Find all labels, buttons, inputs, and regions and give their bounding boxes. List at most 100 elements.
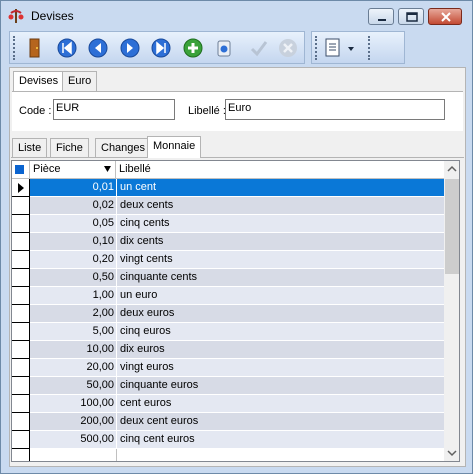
row-marker[interactable]	[12, 197, 30, 215]
cell-libelle[interactable]: cinquante cents	[116, 269, 444, 287]
table-row[interactable]: 0,20 vingt cents	[12, 251, 444, 269]
last-record-icon[interactable]	[150, 37, 172, 59]
scroll-thumb[interactable]	[445, 179, 459, 274]
row-marker[interactable]	[12, 251, 30, 269]
cell-libelle[interactable]: deux cents	[116, 197, 444, 215]
cell-libelle[interactable]: un cent	[116, 179, 444, 197]
row-marker[interactable]	[12, 287, 30, 305]
close-icon	[441, 12, 451, 22]
delete-record-icon[interactable]	[213, 37, 235, 59]
table-row[interactable]: 100,00 cent euros	[12, 395, 444, 413]
tab-fiche[interactable]: Fiche	[50, 138, 89, 158]
previous-record-icon[interactable]	[87, 37, 109, 59]
validate-icon[interactable]	[248, 37, 270, 59]
navigation-toolbar	[9, 31, 305, 64]
code-label: Code :	[19, 105, 52, 117]
cell-piece[interactable]: 0,20	[30, 251, 116, 269]
cell-libelle[interactable]: un euro	[116, 287, 444, 305]
cell-libelle[interactable]: dix cents	[116, 233, 444, 251]
cell-libelle[interactable]: deux euros	[116, 305, 444, 323]
cell-piece[interactable]: 0,50	[30, 269, 116, 287]
tab-devises[interactable]: Devises	[13, 71, 65, 92]
table-row[interactable]: 0,50 cinquante cents	[12, 269, 444, 287]
code-field[interactable]: EUR	[53, 99, 175, 120]
row-marker[interactable]	[12, 323, 30, 341]
select-all-cell[interactable]	[12, 161, 30, 178]
title-bar[interactable]: Devises	[1, 1, 472, 29]
row-marker[interactable]	[12, 233, 30, 251]
row-marker[interactable]	[12, 413, 30, 431]
table-row[interactable]: 5,00 cinq euros	[12, 323, 444, 341]
cell-piece[interactable]: 0,10	[30, 233, 116, 251]
window-title: Devises	[31, 9, 74, 23]
cell-piece[interactable]: 1,00	[30, 287, 116, 305]
cell-libelle[interactable]: cinquante euros	[116, 377, 444, 395]
cell-piece[interactable]: 10,00	[30, 341, 116, 359]
cell-piece[interactable]: 0,01	[30, 179, 116, 197]
tab-changes[interactable]: Changes	[95, 138, 152, 158]
cell-libelle[interactable]: cinq cent euros	[116, 431, 444, 449]
table-row[interactable]: 0,02 deux cents	[12, 197, 444, 215]
cell-libelle[interactable]: cinq cents	[116, 215, 444, 233]
row-marker[interactable]	[12, 269, 30, 287]
table-row[interactable]: 0,10 dix cents	[12, 233, 444, 251]
grid-header: Pièce Libellé	[12, 161, 444, 179]
table-row[interactable]: 20,00 vingt euros	[12, 359, 444, 377]
cell-piece[interactable]: 0,02	[30, 197, 116, 215]
cell-piece[interactable]: 2,00	[30, 305, 116, 323]
row-marker[interactable]	[12, 305, 30, 323]
toolbar-grip[interactable]	[368, 36, 372, 60]
cell-libelle[interactable]: dix euros	[116, 341, 444, 359]
tab-monnaie[interactable]: Monnaie	[147, 136, 202, 158]
row-marker[interactable]	[12, 377, 30, 395]
row-marker[interactable]	[12, 341, 30, 359]
scroll-up-icon[interactable]	[444, 161, 460, 178]
minimize-button[interactable]	[368, 8, 394, 25]
scroll-down-icon[interactable]	[444, 444, 460, 461]
tab-liste[interactable]: Liste	[12, 138, 48, 158]
cell-libelle[interactable]: deux cent euros	[116, 413, 444, 431]
cell-libelle[interactable]: vingt euros	[116, 359, 444, 377]
toolbar-grip[interactable]	[315, 36, 319, 60]
app-icon	[8, 9, 24, 23]
cancel-icon[interactable]	[277, 37, 299, 59]
cell-piece[interactable]: 100,00	[30, 395, 116, 413]
cell-piece[interactable]: 5,00	[30, 323, 116, 341]
table-row[interactable]: 200,00 deux cent euros	[12, 413, 444, 431]
row-marker[interactable]	[12, 431, 30, 449]
cell-piece[interactable]: 20,00	[30, 359, 116, 377]
maximize-button[interactable]	[398, 8, 424, 25]
row-marker[interactable]	[12, 215, 30, 233]
table-row[interactable]: 10,00 dix euros	[12, 341, 444, 359]
table-row[interactable]: 2,00 deux euros	[12, 305, 444, 323]
cell-piece[interactable]: 50,00	[30, 377, 116, 395]
close-button[interactable]	[428, 8, 462, 25]
cell-libelle[interactable]: cent euros	[116, 395, 444, 413]
column-header-piece[interactable]: Pièce	[30, 161, 116, 178]
sort-desc-icon	[104, 166, 111, 172]
tab-euro[interactable]: Euro	[62, 71, 98, 91]
table-row[interactable]: 0,05 cinq cents	[12, 215, 444, 233]
next-record-icon[interactable]	[119, 37, 141, 59]
row-marker[interactable]	[12, 179, 30, 197]
toolbar-grip[interactable]	[13, 36, 17, 60]
empty-row	[12, 449, 444, 461]
add-record-icon[interactable]	[182, 37, 204, 59]
cell-piece[interactable]: 500,00	[30, 431, 116, 449]
cell-piece[interactable]: 0,05	[30, 215, 116, 233]
report-menu-icon[interactable]	[324, 37, 358, 59]
cell-piece[interactable]: 200,00	[30, 413, 116, 431]
table-row[interactable]: 1,00 un euro	[12, 287, 444, 305]
cell-libelle[interactable]: vingt cents	[116, 251, 444, 269]
row-marker[interactable]	[12, 359, 30, 377]
table-row[interactable]: 50,00 cinquante euros	[12, 377, 444, 395]
row-marker[interactable]	[12, 395, 30, 413]
libelle-field[interactable]: Euro	[225, 99, 445, 120]
vertical-scrollbar[interactable]	[444, 161, 460, 461]
column-header-libelle[interactable]: Libellé	[116, 161, 444, 178]
table-row[interactable]: 0,01 un cent	[12, 179, 444, 197]
exit-door-icon[interactable]	[24, 37, 46, 59]
cell-libelle[interactable]: cinq euros	[116, 323, 444, 341]
first-record-icon[interactable]	[56, 37, 78, 59]
table-row[interactable]: 500,00 cinq cent euros	[12, 431, 444, 449]
